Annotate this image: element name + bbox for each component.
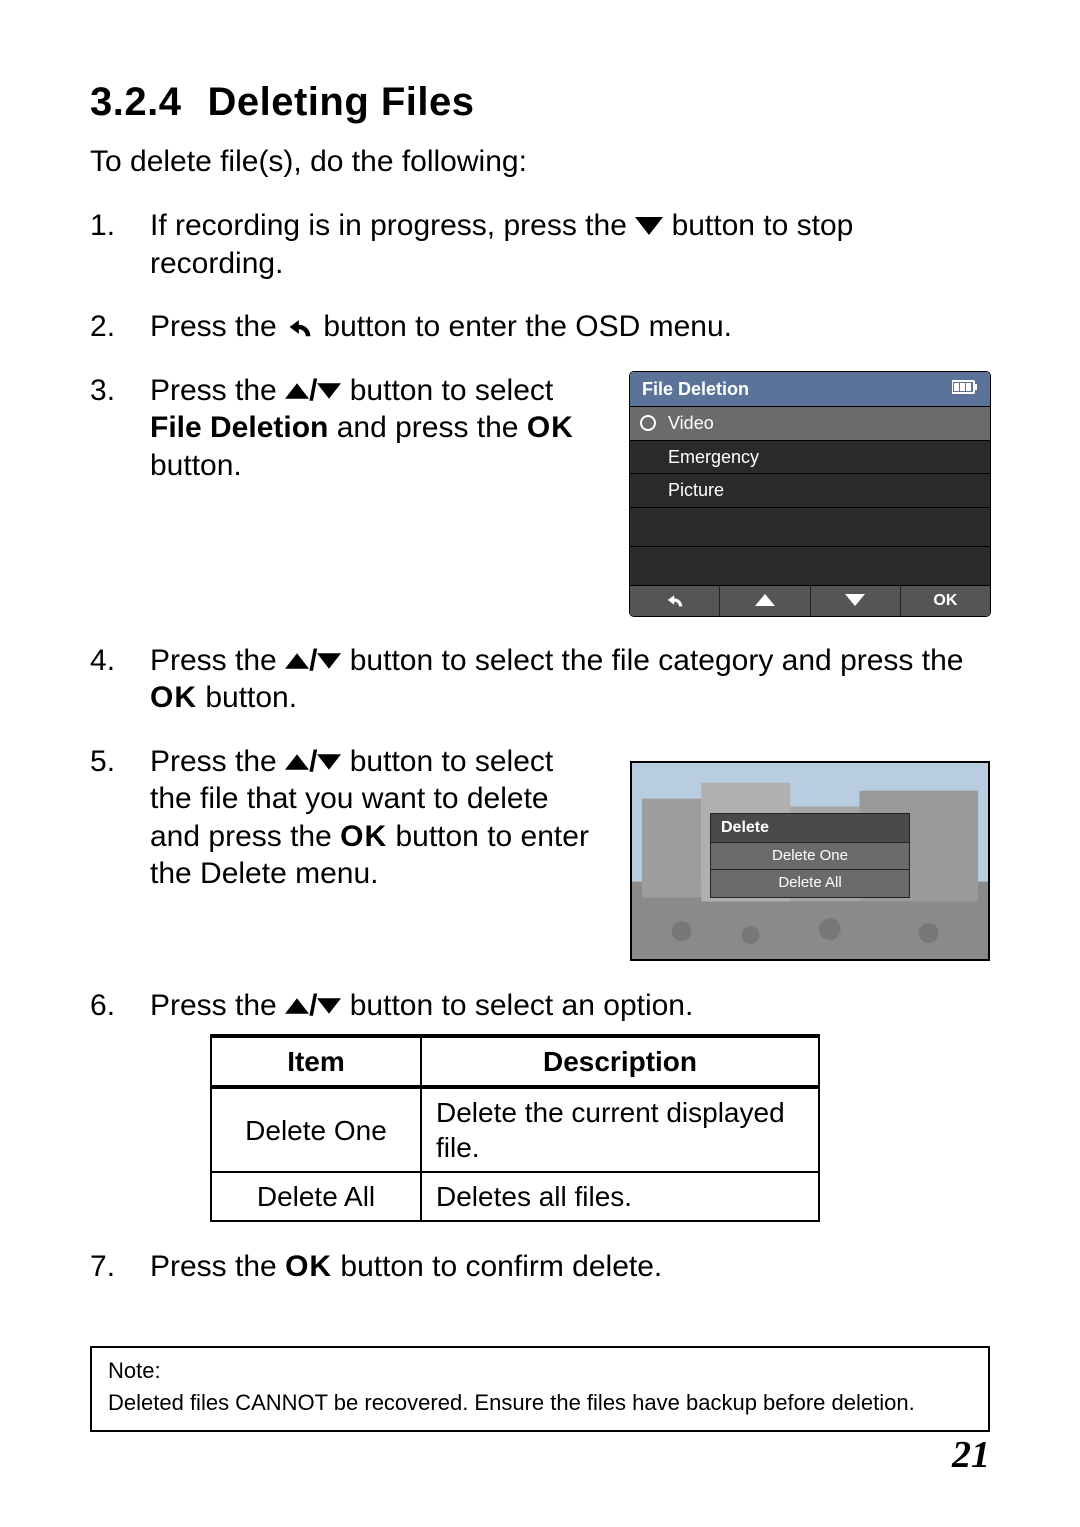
step-2-post: button to enter the OSD menu.	[323, 310, 732, 343]
delete-all-option[interactable]: Delete All	[710, 870, 910, 898]
step-3-bold: File Deletion	[150, 411, 328, 444]
table-row: Delete One Delete the current displayed …	[211, 1087, 819, 1172]
screen1-navbar: OK	[630, 585, 990, 616]
td-desc-1: Deletes all files.	[421, 1172, 819, 1221]
table-row: Delete All Deletes all files.	[211, 1172, 819, 1221]
step-4-mid1: button to select the file category and p…	[350, 644, 964, 677]
ok-label: OK	[285, 1250, 332, 1283]
ok-label: OK	[340, 820, 387, 853]
battery-icon	[952, 378, 978, 401]
note-heading: Note:	[108, 1358, 972, 1384]
screen1-item1: Emergency	[668, 447, 759, 467]
th-desc: Description	[421, 1036, 819, 1087]
delete-menu-overlay: Delete Delete One Delete All	[710, 813, 910, 899]
step-6: Press the / button to select an option. …	[90, 987, 990, 1223]
nav-ok-label: OK	[933, 592, 957, 609]
down-icon	[845, 594, 865, 606]
step-7: Press the OK button to confirm delete.	[90, 1248, 990, 1286]
screen1-item-video[interactable]: Video	[630, 406, 990, 440]
nav-back-button[interactable]	[630, 586, 719, 616]
screen1-blank1	[630, 507, 990, 546]
up-icon	[755, 594, 775, 606]
step-6-post: button to select an option.	[350, 989, 694, 1022]
screen1-item0: Video	[668, 413, 714, 433]
step-4-post: button.	[197, 681, 297, 714]
delete-menu-title: Delete	[710, 813, 910, 843]
step-3-post: button.	[150, 449, 242, 482]
step-1-pre: If recording is in progress, press the	[150, 209, 635, 242]
options-table: Item Description Delete One Delete the c…	[210, 1034, 820, 1222]
down-icon	[317, 378, 341, 404]
screen1-item-picture[interactable]: Picture	[630, 473, 990, 507]
screen1-titlebar: File Deletion	[630, 372, 990, 407]
nav-down-button[interactable]	[810, 586, 900, 616]
step-4: Press the / button to select the file ca…	[90, 642, 990, 717]
delete-preview-screen: Delete Delete One Delete All	[630, 761, 990, 961]
page-number: 21	[952, 1433, 990, 1477]
step-7-post: button to confirm delete.	[332, 1250, 662, 1283]
nav-up-button[interactable]	[719, 586, 809, 616]
step-6-pre: Press the	[150, 989, 285, 1022]
up-icon	[285, 749, 309, 775]
ok-label: OK	[150, 681, 197, 714]
screen1-blank2	[630, 546, 990, 585]
step-5: Press the / button to select the file th…	[90, 743, 990, 961]
ok-label: OK	[527, 411, 574, 444]
td-item-0: Delete One	[211, 1087, 421, 1172]
step-2-pre: Press the	[150, 310, 285, 343]
back-icon	[664, 592, 686, 608]
up-icon	[285, 993, 309, 1019]
step-3: Press the / button to select File Deleti…	[90, 372, 990, 616]
down-icon	[317, 749, 341, 775]
step-2: Press the button to enter the OSD menu.	[90, 308, 990, 346]
step-3-mid2: and press the	[328, 411, 526, 444]
note-body: Deleted files CANNOT be recovered. Ensur…	[108, 1390, 972, 1416]
intro-text: To delete file(s), do the following:	[90, 145, 990, 179]
nav-ok-button[interactable]: OK	[900, 586, 990, 616]
screen1-item2: Picture	[668, 480, 724, 500]
screen1-item-emergency[interactable]: Emergency	[630, 440, 990, 474]
up-icon	[285, 378, 309, 404]
back-icon	[285, 314, 315, 340]
step-7-pre: Press the	[150, 1250, 285, 1283]
step-3-mid1: button to select	[350, 374, 553, 407]
section-heading: 3.2.4 Deleting Files	[90, 80, 990, 125]
td-desc-0: Delete the current displayed file.	[421, 1087, 819, 1172]
screen1-title: File Deletion	[642, 378, 749, 401]
th-item: Item	[211, 1036, 421, 1087]
up-icon	[285, 648, 309, 674]
step-3-pre: Press the	[150, 374, 285, 407]
step-1: If recording is in progress, press the b…	[90, 207, 990, 282]
radio-icon	[640, 415, 656, 431]
note-box: Note: Deleted files CANNOT be recovered.…	[90, 1346, 990, 1432]
step-4-pre: Press the	[150, 644, 285, 677]
file-deletion-screen: File Deletion Video Emergency	[630, 372, 990, 616]
section-number: 3.2.4	[90, 80, 181, 124]
td-item-1: Delete All	[211, 1172, 421, 1221]
step-5-pre: Press the	[150, 745, 285, 778]
down-icon	[317, 648, 341, 674]
down-icon	[317, 993, 341, 1019]
section-title-text: Deleting Files	[207, 80, 474, 124]
down-icon	[635, 213, 663, 239]
delete-one-option[interactable]: Delete One	[710, 843, 910, 871]
